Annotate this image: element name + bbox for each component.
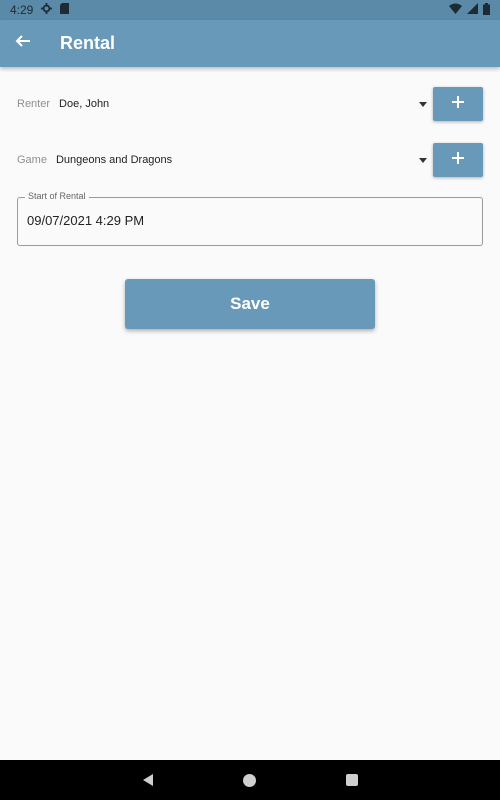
start-of-rental-value: 09/07/2021 4:29 PM xyxy=(27,213,145,228)
game-label: Game xyxy=(17,154,47,166)
app-bar: Rental xyxy=(0,20,500,67)
nav-back-icon[interactable] xyxy=(142,774,153,786)
nav-recents-icon[interactable] xyxy=(345,774,358,786)
gear-icon xyxy=(41,3,53,17)
chevron-down-icon xyxy=(419,101,427,107)
game-row: Game Dungeons and Dragons xyxy=(17,143,483,177)
status-time: 4:29 xyxy=(10,3,34,17)
arrow-back-icon xyxy=(15,33,31,54)
back-button[interactable] xyxy=(0,20,46,67)
plus-icon xyxy=(451,95,465,114)
add-game-button[interactable] xyxy=(433,143,483,177)
status-bar: 4:29 xyxy=(0,0,500,20)
renter-label: Renter xyxy=(17,98,51,110)
add-renter-button[interactable] xyxy=(433,87,483,121)
nav-home-icon[interactable] xyxy=(242,773,256,787)
renter-value: Doe, John xyxy=(59,98,110,110)
sd-card-icon xyxy=(60,3,70,17)
start-of-rental-label: Start of Rental xyxy=(25,191,89,201)
renter-select[interactable]: Doe, John xyxy=(59,87,433,121)
game-value: Dungeons and Dragons xyxy=(55,154,173,166)
signal-icon xyxy=(467,3,478,17)
save-button[interactable]: Save xyxy=(125,279,375,329)
renter-row: Renter Doe, John xyxy=(17,87,483,121)
page-title: Rental xyxy=(60,33,116,53)
system-nav-bar xyxy=(0,760,500,800)
chevron-down-icon xyxy=(419,157,427,163)
wifi-icon xyxy=(449,3,462,17)
game-select[interactable]: Dungeons and Dragons xyxy=(56,143,433,177)
start-of-rental-field[interactable]: Start of Rental 09/07/2021 4:29 PM xyxy=(17,191,483,246)
plus-icon xyxy=(451,151,465,170)
battery-icon xyxy=(483,2,490,18)
